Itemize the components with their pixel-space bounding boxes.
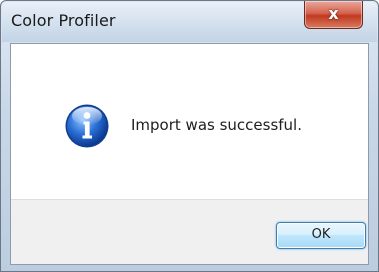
window-title: Color Profiler <box>11 11 116 30</box>
ok-button-label: OK <box>311 227 331 242</box>
info-icon <box>65 104 109 148</box>
message-text: Import was successful. <box>131 116 302 134</box>
ok-button[interactable]: OK <box>276 222 366 249</box>
message-area: Import was successful. <box>11 44 368 200</box>
dialog-body: Import was successful. OK <box>10 43 369 265</box>
close-button[interactable]: x <box>304 1 363 29</box>
close-icon: x <box>328 4 339 23</box>
dialog-window: Color Profiler x Import was successful. … <box>0 0 379 272</box>
